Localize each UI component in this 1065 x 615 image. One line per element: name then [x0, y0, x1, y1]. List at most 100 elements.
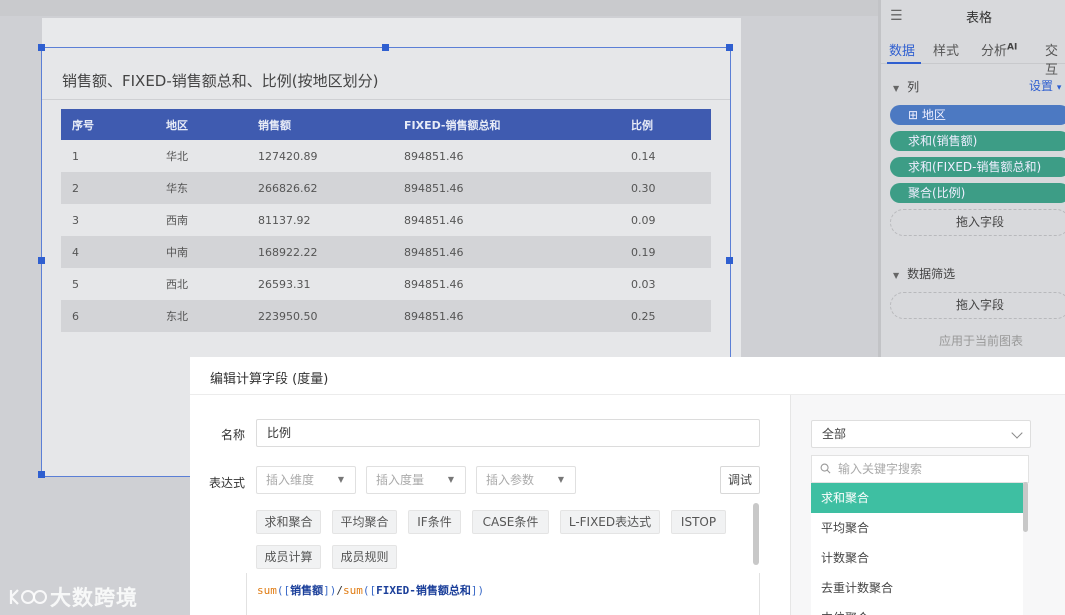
insert-dimension-select[interactable]: 插入维度 ▼: [256, 466, 356, 494]
columns-section-toggle[interactable]: ▼ 列: [893, 78, 919, 95]
cell-sales: 168922.22: [247, 236, 393, 268]
dialog-title: 编辑计算字段 (度量): [210, 372, 329, 387]
fn-lfixed-button[interactable]: L-FIXED表达式: [560, 510, 660, 534]
settings-label: 设置: [1029, 79, 1054, 93]
resize-handle-bl[interactable]: [38, 471, 45, 478]
property-panel: ☰ 表格 数据 样式 分析AI 交互 ▼ 列 设置 ▾ ⊞ 地区 求和(销售额) …: [881, 0, 1065, 357]
table-row: 4 中南 168922.22 894851.46 0.19: [61, 236, 711, 268]
expr-field: 销售额: [290, 584, 324, 597]
list-item[interactable]: 中位聚合: [811, 603, 1023, 615]
field-pill-fixed-sum[interactable]: 求和(FIXED-销售额总和): [890, 157, 1065, 177]
cell-region: 中南: [155, 236, 247, 268]
tab-interaction[interactable]: 交互: [1045, 40, 1065, 78]
resize-handle-tl[interactable]: [38, 44, 45, 51]
fn-istop-button[interactable]: ISTOP: [671, 510, 726, 534]
cell-fixed-sum: 894851.46: [393, 172, 620, 204]
fn-member-rule-button[interactable]: 成员规则: [332, 545, 397, 569]
name-input[interactable]: 比例: [256, 419, 760, 447]
list-scrollbar[interactable]: [1023, 482, 1028, 532]
insert-measure-label: 插入度量: [376, 473, 425, 487]
list-item[interactable]: 求和聚合: [811, 483, 1023, 513]
fn-if-button[interactable]: IF条件: [408, 510, 461, 534]
cell-index: 5: [61, 268, 155, 300]
col-header-region[interactable]: 地区: [155, 109, 247, 140]
cell-ratio: 0.25: [620, 300, 711, 332]
table-row: 3 西南 81137.92 894851.46 0.09: [61, 204, 711, 236]
cell-fixed-sum: 894851.46: [393, 300, 620, 332]
cell-fixed-sum: 894851.46: [393, 268, 620, 300]
cell-region: 华北: [155, 140, 247, 172]
expr-fn: sum: [257, 584, 277, 597]
active-tab-indicator: [887, 62, 921, 64]
settings-link[interactable]: 设置 ▾: [1029, 77, 1061, 94]
expression-label: 表达式: [209, 476, 246, 490]
name-label: 名称: [221, 428, 246, 442]
function-search-input[interactable]: 输入关键字搜索: [811, 455, 1029, 483]
cell-fixed-sum: 894851.46: [393, 204, 620, 236]
col-header-index[interactable]: 序号: [61, 109, 155, 140]
data-table: 序号 地区 销售额 FIXED-销售额总和 比例 1 华北 127420.89 …: [61, 109, 711, 332]
col-header-ratio[interactable]: 比例: [620, 109, 711, 140]
cell-index: 4: [61, 236, 155, 268]
function-scrollbar[interactable]: [753, 503, 759, 565]
field-pill-region[interactable]: ⊞ 地区: [890, 105, 1065, 125]
insert-param-label: 插入参数: [486, 473, 535, 487]
expr-field: FIXED-销售额总和: [376, 584, 471, 597]
function-category-label: 全部: [822, 427, 847, 441]
cell-region: 华东: [155, 172, 247, 204]
cell-sales: 266826.62: [247, 172, 393, 204]
cell-fixed-sum: 894851.46: [393, 236, 620, 268]
resize-handle-tr[interactable]: [726, 44, 733, 51]
field-pill-sales-sum[interactable]: 求和(销售额): [890, 131, 1065, 151]
col-header-fixed-sum[interactable]: FIXED-销售额总和: [393, 109, 620, 140]
table-row: 6 东北 223950.50 894851.46 0.25: [61, 300, 711, 332]
panel-header: ☰ 表格: [881, 0, 1065, 30]
collapse-menu-icon[interactable]: ☰: [890, 8, 903, 24]
cell-sales: 26593.31: [247, 268, 393, 300]
expression-text: sum([销售额])/sum([FIXED-销售额总和]): [257, 582, 484, 598]
cell-ratio: 0.09: [620, 204, 711, 236]
cell-index: 1: [61, 140, 155, 172]
collapse-triangle-icon: ▼: [893, 84, 900, 93]
expr-bracket: ]): [470, 584, 485, 597]
cell-ratio: 0.19: [620, 236, 711, 268]
collapse-triangle-icon: ▼: [893, 271, 900, 280]
insert-measure-select[interactable]: 插入度量 ▼: [366, 466, 466, 494]
panel-title: 表格: [966, 11, 993, 26]
field-pill-ratio[interactable]: 聚合(比例): [890, 183, 1065, 203]
filter-drop-zone[interactable]: 拖入字段: [890, 292, 1065, 319]
resize-handle-right[interactable]: [726, 257, 733, 264]
table-header-row: 序号 地区 销售额 FIXED-销售额总和 比例: [61, 109, 711, 140]
tab-style[interactable]: 样式: [933, 40, 959, 59]
fn-member-calc-button[interactable]: 成员计算: [256, 545, 321, 569]
tab-analysis[interactable]: 分析AI: [981, 40, 1017, 59]
expr-bracket: ([: [276, 584, 291, 597]
watermark-text: 大数跨境: [50, 586, 138, 610]
list-item[interactable]: 平均聚合: [811, 513, 1023, 543]
fn-case-button[interactable]: CASE条件: [472, 510, 549, 534]
tab-data[interactable]: 数据: [889, 40, 915, 59]
apply-current-chart[interactable]: 应用于当前图表: [939, 332, 1023, 349]
table-row: 5 西北 26593.31 894851.46 0.03: [61, 268, 711, 300]
filter-section-toggle[interactable]: ▼ 数据筛选: [893, 265, 955, 282]
dialog-form: 名称 比例 表达式 插入维度 ▼ 插入度量 ▼ 插入参数 ▼ 调试 求和聚合 平均聚合…: [190, 395, 790, 615]
fn-sum-agg-button[interactable]: 求和聚合: [256, 510, 321, 534]
columns-section-label: 列: [907, 80, 920, 94]
insert-param-select[interactable]: 插入参数 ▼: [476, 466, 576, 494]
fn-avg-agg-button[interactable]: 平均聚合: [332, 510, 397, 534]
resize-handle-left[interactable]: [38, 257, 45, 264]
expr-fn: sum: [343, 584, 363, 597]
chart-title: 销售额、FIXED-销售额总和、比例(按地区划分): [62, 72, 379, 90]
list-item[interactable]: 去重计数聚合: [811, 573, 1023, 603]
cell-index: 2: [61, 172, 155, 204]
edit-calc-field-dialog: 编辑计算字段 (度量) 名称 比例 表达式 插入维度 ▼ 插入度量 ▼ 插入参数 ▼ …: [190, 357, 1065, 615]
expression-editor[interactable]: sum([销售额])/sum([FIXED-销售额总和]): [246, 573, 760, 615]
table-row: 2 华东 266826.62 894851.46 0.30: [61, 172, 711, 204]
dialog-header: 编辑计算字段 (度量): [190, 357, 1065, 395]
function-category-select[interactable]: 全部: [811, 420, 1031, 448]
debug-button[interactable]: 调试: [720, 466, 760, 494]
col-header-sales[interactable]: 销售额: [247, 109, 393, 140]
drop-field-zone[interactable]: 拖入字段: [890, 209, 1065, 236]
resize-handle-top[interactable]: [382, 44, 389, 51]
list-item[interactable]: 计数聚合: [811, 543, 1023, 573]
